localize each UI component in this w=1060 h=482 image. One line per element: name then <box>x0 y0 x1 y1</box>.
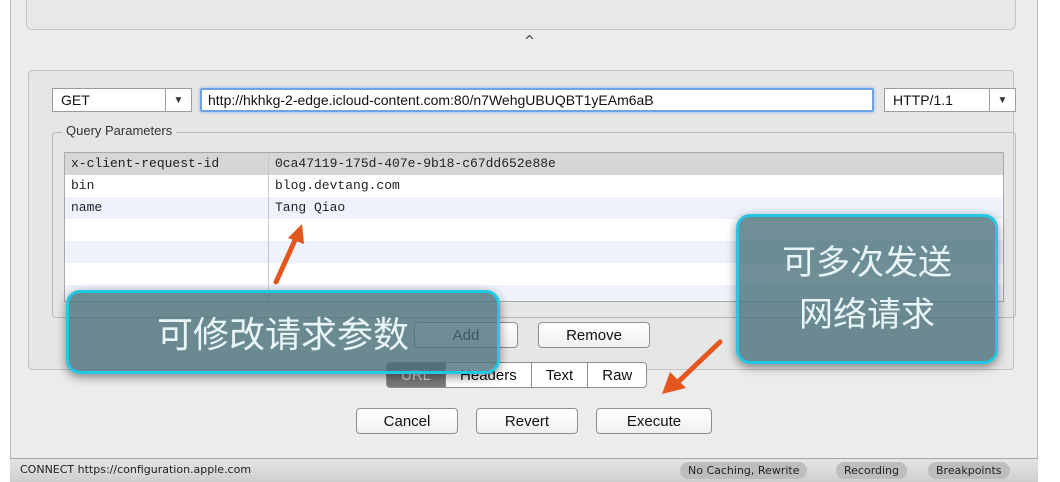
param-name[interactable] <box>65 241 269 263</box>
method-select[interactable]: GET ▼ <box>52 88 192 112</box>
status-pill-caching[interactable]: No Caching, Rewrite <box>680 462 808 479</box>
param-value[interactable]: blog.devtang.com <box>269 175 1003 197</box>
param-name[interactable] <box>65 263 269 285</box>
param-name[interactable]: x-client-request-id <box>65 153 269 175</box>
remove-button[interactable]: Remove <box>538 322 650 348</box>
callout-modify-params: 可修改请求参数 <box>66 290 500 374</box>
status-pill-breakpoints[interactable]: Breakpoints <box>928 462 1010 479</box>
status-bar: CONNECT https://configuration.apple.com … <box>10 458 1038 482</box>
param-name[interactable]: bin <box>65 175 269 197</box>
protocol-select[interactable]: HTTP/1.1 ▼ <box>884 88 1016 112</box>
callout-resend-line2: 网络请求 <box>799 295 935 335</box>
param-name[interactable] <box>65 219 269 241</box>
callout-resend-line1: 可多次发送 <box>782 243 952 283</box>
splitter-handle[interactable]: ^ <box>524 34 535 49</box>
tab-raw[interactable]: Raw <box>588 363 646 387</box>
param-value[interactable]: 0ca47119-175d-407e-9b18-c67dd652e88e <box>269 153 1003 175</box>
table-row[interactable]: x-client-request-id 0ca47119-175d-407e-9… <box>65 153 1003 175</box>
chevron-down-icon[interactable]: ▼ <box>165 89 191 111</box>
execute-button[interactable]: Execute <box>596 408 712 434</box>
response-panel <box>26 0 1016 30</box>
tab-text[interactable]: Text <box>532 363 589 387</box>
cancel-button[interactable]: Cancel <box>356 408 458 434</box>
arrow-icon <box>273 224 304 285</box>
chevron-down-icon[interactable]: ▼ <box>989 89 1015 111</box>
status-connect-text: CONNECT https://configuration.apple.com <box>20 463 252 476</box>
url-input[interactable]: http://hkhkg-2-edge.icloud-content.com:8… <box>200 88 874 112</box>
revert-button[interactable]: Revert <box>476 408 578 434</box>
method-value: GET <box>61 92 90 108</box>
status-pill-recording[interactable]: Recording <box>836 462 908 479</box>
table-row[interactable]: bin blog.devtang.com <box>65 175 1003 197</box>
arrow-icon <box>662 339 723 394</box>
callout-modify-params-text: 可修改请求参数 <box>156 315 409 356</box>
param-name[interactable]: name <box>65 197 269 219</box>
query-parameters-title: Query Parameters <box>62 123 177 138</box>
callout-resend: 可多次发送 网络请求 <box>736 214 998 364</box>
protocol-value: HTTP/1.1 <box>893 92 953 108</box>
